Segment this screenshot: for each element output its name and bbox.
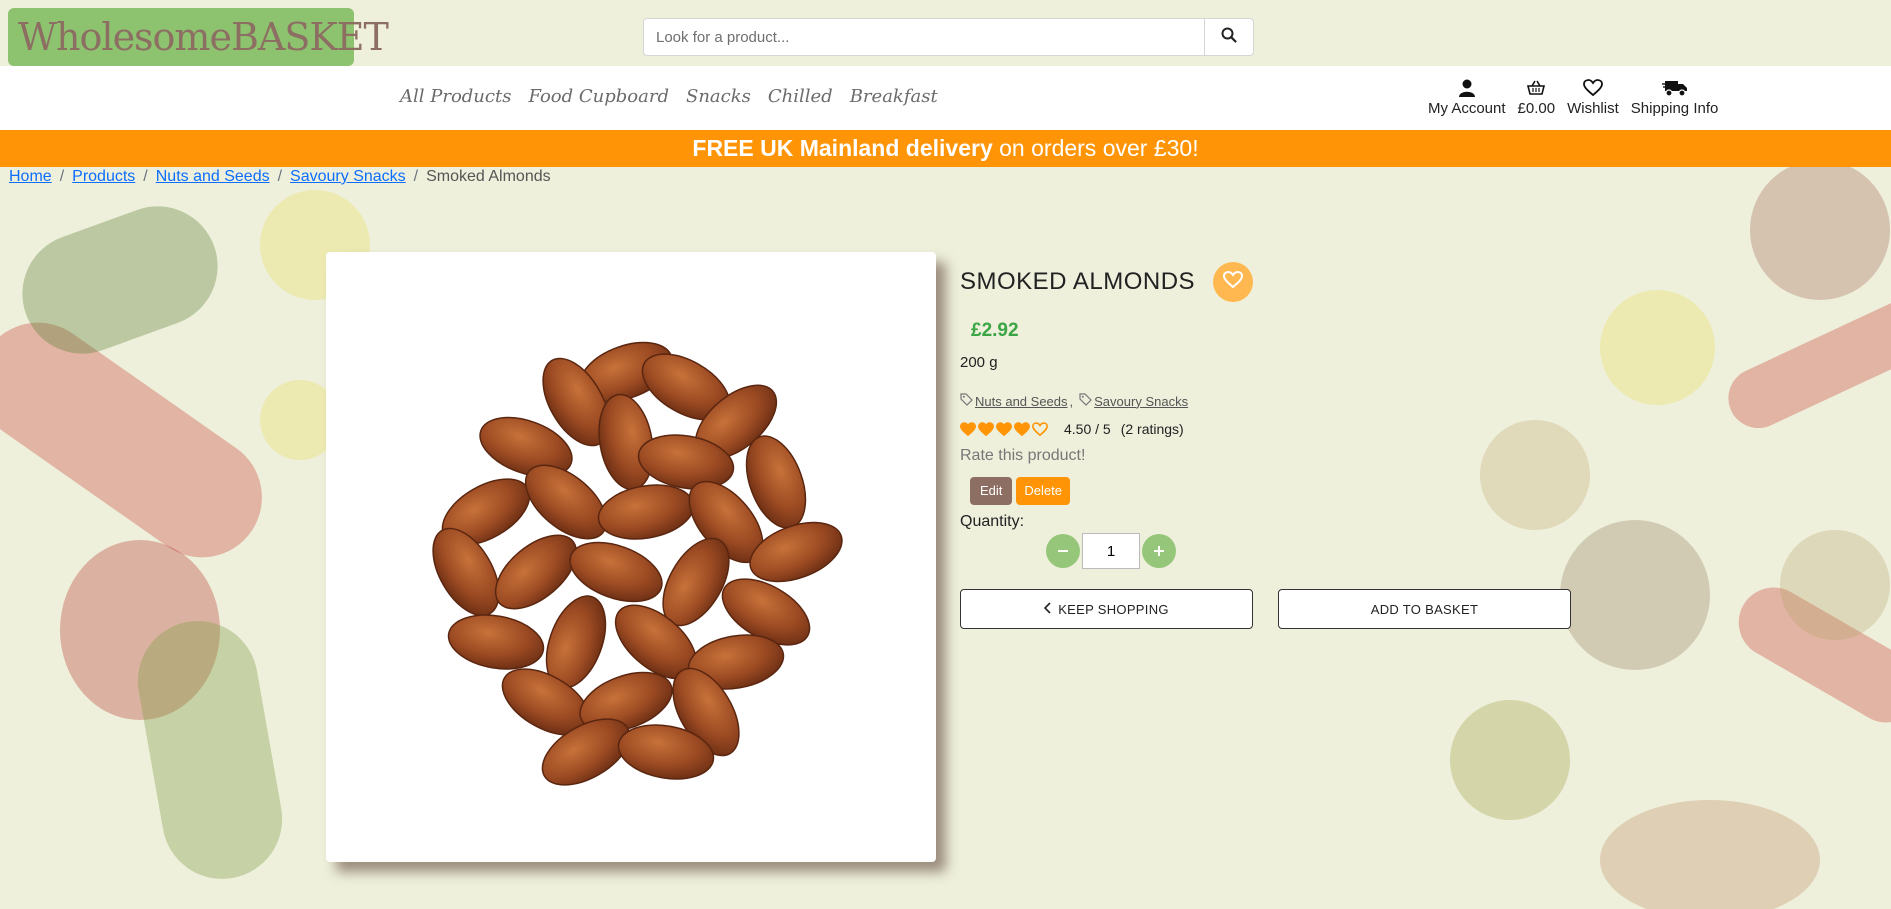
truck-icon (1661, 76, 1688, 100)
heart-filled-icon[interactable] (996, 421, 1012, 437)
banner-text: on orders over £30! (992, 135, 1199, 161)
rate-product-link[interactable]: Rate this product! (960, 447, 1572, 465)
chevron-left-icon (1044, 601, 1052, 617)
tag-item: Savoury Snacks (1079, 393, 1188, 409)
breadcrumb-separator: / (413, 168, 419, 185)
product-tags: Nuts and Seeds, Savoury Snacks (960, 393, 1572, 409)
banner-highlight: FREE UK Mainland delivery (692, 135, 993, 161)
quantity-stepper (1046, 533, 1572, 569)
heart-icon (1223, 270, 1244, 294)
basket-total: £0.00 (1517, 100, 1556, 117)
product-title: SMOKED ALMONDS (960, 268, 1196, 295)
quantity-input[interactable] (1082, 533, 1140, 569)
rating-stars (960, 421, 1048, 437)
keep-shopping-button[interactable]: KEEP SHOPPING (960, 589, 1253, 629)
product-weight: 200 g (960, 354, 998, 371)
breadcrumb-home[interactable]: Home (9, 168, 52, 186)
tag-item: Nuts and Seeds, (960, 393, 1073, 409)
almonds-illustration (432, 341, 843, 786)
breadcrumb-savoury-snacks[interactable]: Savoury Snacks (290, 168, 406, 186)
increase-quantity-button[interactable] (1142, 534, 1176, 568)
my-account-link[interactable]: My Account (1428, 76, 1506, 117)
delete-button[interactable]: Delete (1016, 477, 1070, 505)
add-to-basket-button[interactable]: ADD TO BASKET (1278, 589, 1571, 629)
search-input[interactable] (644, 19, 1204, 55)
plus-icon (1152, 537, 1166, 565)
tag-separator: , (1069, 393, 1074, 409)
search-button[interactable] (1204, 19, 1253, 55)
search-bar (643, 18, 1254, 56)
category-links: All Products Food Cupboard Snacks Chille… (400, 86, 938, 107)
main-nav: All Products Food Cupboard Snacks Chille… (0, 66, 1891, 130)
product-rating: 4.50 / 5 (2 ratings) (960, 421, 1572, 437)
quantity-label: Quantity: (960, 513, 1025, 530)
breadcrumb-products[interactable]: Products (72, 168, 135, 186)
basket-link[interactable]: £0.00 (1517, 76, 1556, 117)
product-details: SMOKED ALMONDS £2.92 200 g Nuts and Seed… (960, 262, 1572, 629)
delivery-banner: FREE UK Mainland delivery on orders over… (0, 130, 1891, 167)
keep-shopping-label: KEEP SHOPPING (1058, 601, 1169, 617)
breadcrumb-separator: / (59, 168, 65, 185)
breadcrumb-separator: / (143, 168, 148, 185)
search-icon (1221, 27, 1237, 47)
tag-link-savoury-snacks[interactable]: Savoury Snacks (1094, 394, 1188, 409)
nav-link-all-products[interactable]: All Products (400, 86, 511, 107)
top-header: WholesomeBASKET (0, 0, 1891, 66)
product-price: £2.92 (971, 320, 1019, 341)
wishlist-label: Wishlist (1567, 100, 1619, 117)
heart-filled-icon[interactable] (1014, 421, 1030, 437)
wishlist-link[interactable]: Wishlist (1567, 76, 1619, 117)
product-image (326, 252, 936, 862)
nav-link-chilled[interactable]: Chilled (768, 86, 833, 107)
my-account-label: My Account (1428, 100, 1506, 117)
nav-link-food-cupboard[interactable]: Food Cupboard (528, 86, 669, 107)
shipping-info-label: Shipping Info (1630, 100, 1719, 117)
basket-icon (1527, 76, 1546, 100)
breadcrumb-separator: / (277, 168, 283, 185)
heart-empty-icon[interactable] (1032, 421, 1048, 437)
decrease-quantity-button[interactable] (1046, 534, 1080, 568)
site-logo[interactable]: WholesomeBASKET (8, 8, 389, 66)
shipping-info-link[interactable]: Shipping Info (1630, 76, 1719, 117)
breadcrumb-nuts-and-seeds[interactable]: Nuts and Seeds (156, 168, 270, 186)
heart-filled-icon[interactable] (978, 421, 994, 437)
user-icon (1457, 76, 1477, 100)
tag-icon (960, 393, 973, 409)
add-to-wishlist-button[interactable] (1213, 262, 1254, 302)
rating-count: (2 ratings) (1120, 421, 1184, 437)
minus-icon (1056, 537, 1070, 565)
admin-actions: Edit Delete (970, 477, 1572, 505)
breadcrumb: Home / Products / Nuts and Seeds / Savou… (9, 167, 551, 187)
nav-link-snacks[interactable]: Snacks (686, 86, 751, 107)
nav-link-breakfast[interactable]: Breakfast (850, 86, 938, 107)
heart-filled-icon[interactable] (960, 421, 976, 437)
tag-icon (1079, 393, 1092, 409)
breadcrumb-current: Smoked Almonds (426, 168, 551, 185)
add-to-basket-label: ADD TO BASKET (1370, 601, 1479, 617)
edit-button[interactable]: Edit (970, 477, 1013, 505)
tag-link-nuts-and-seeds[interactable]: Nuts and Seeds (975, 394, 1068, 409)
heart-icon (1583, 76, 1603, 100)
user-nav: My Account £0.00 Wishlist Shipping Info (1428, 76, 1718, 117)
product-actions: KEEP SHOPPING ADD TO BASKET (960, 589, 1572, 629)
rating-value: 4.50 / 5 (1064, 421, 1111, 437)
